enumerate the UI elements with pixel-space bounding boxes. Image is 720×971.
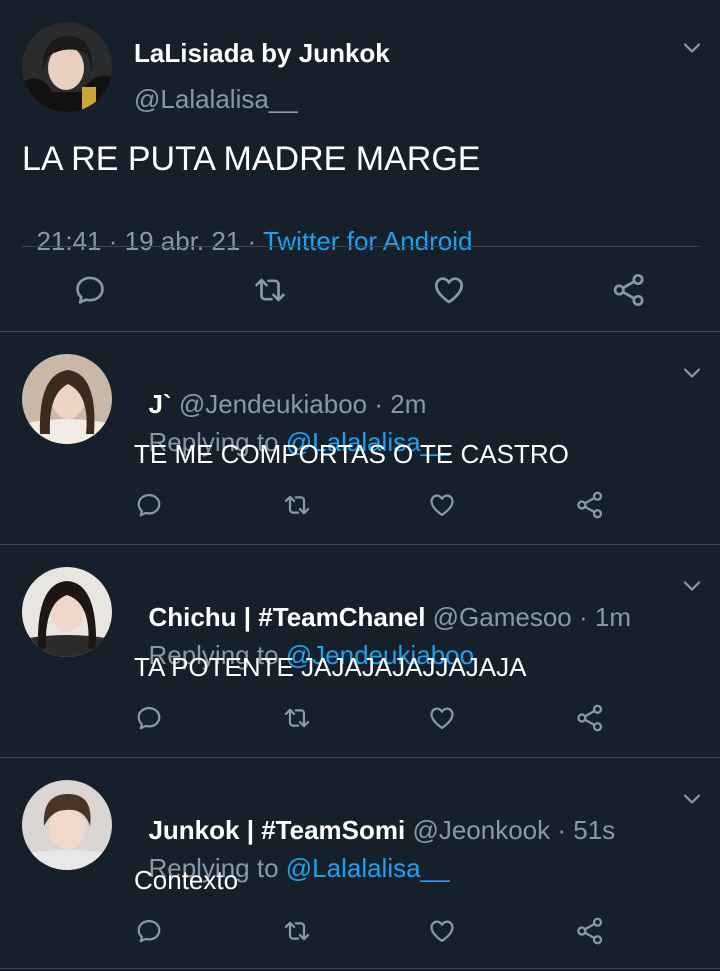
avatar[interactable] <box>22 567 112 657</box>
tweet-meta: 21:41 · 19 abr. 21 · Twitter for Android <box>22 196 472 256</box>
chevron-down-icon[interactable] <box>680 361 704 385</box>
share-icon[interactable] <box>575 703 605 733</box>
share-icon[interactable] <box>575 490 605 520</box>
avatar[interactable] <box>22 780 112 870</box>
retweet-icon[interactable] <box>252 273 288 307</box>
reply-text: Contexto <box>134 865 239 895</box>
share-icon[interactable] <box>575 916 605 946</box>
retweet-icon[interactable] <box>282 491 312 519</box>
reply-icon[interactable] <box>135 491 163 519</box>
avatar[interactable] <box>22 22 112 112</box>
reply-icon[interactable] <box>135 917 163 945</box>
chevron-down-icon[interactable] <box>680 36 704 60</box>
tweet-time: 21:41 <box>36 226 102 256</box>
reply-icon[interactable] <box>73 273 107 307</box>
meta-separator: · <box>101 226 125 256</box>
avatar[interactable] <box>22 354 112 444</box>
like-icon[interactable] <box>428 491 456 519</box>
reply-text: TE ME COMPORTAS O TE CASTRO <box>134 439 569 469</box>
divider <box>0 968 720 969</box>
chevron-down-icon[interactable] <box>680 574 704 598</box>
timestamp: · 51s <box>550 815 616 845</box>
replying-to-handle[interactable]: @Lalalalisa__ <box>286 853 450 883</box>
handle[interactable]: @Lalalalisa__ <box>134 84 298 114</box>
retweet-icon[interactable] <box>282 917 312 945</box>
timestamp: · 1m <box>571 602 632 632</box>
tweet-text: LA RE PUTA MADRE MARGE <box>22 140 481 178</box>
like-icon[interactable] <box>428 917 456 945</box>
chevron-down-icon[interactable] <box>680 787 704 811</box>
share-icon[interactable] <box>611 272 647 308</box>
tweet-source-link[interactable]: Twitter for Android <box>263 226 473 256</box>
like-icon[interactable] <box>428 704 456 732</box>
divider <box>0 757 720 758</box>
meta-separator: · <box>240 226 263 256</box>
divider <box>22 246 699 247</box>
retweet-icon[interactable] <box>282 704 312 732</box>
reply-icon[interactable] <box>135 704 163 732</box>
tweet-date: 19 abr. 21 <box>124 226 241 256</box>
divider <box>0 544 720 545</box>
display-name[interactable]: LaLisiada by Junkok <box>134 38 390 68</box>
divider <box>0 331 720 332</box>
like-icon[interactable] <box>432 273 466 307</box>
reply-text: TA POTENTE JAJAJAJAJJAJAJA <box>134 652 527 682</box>
